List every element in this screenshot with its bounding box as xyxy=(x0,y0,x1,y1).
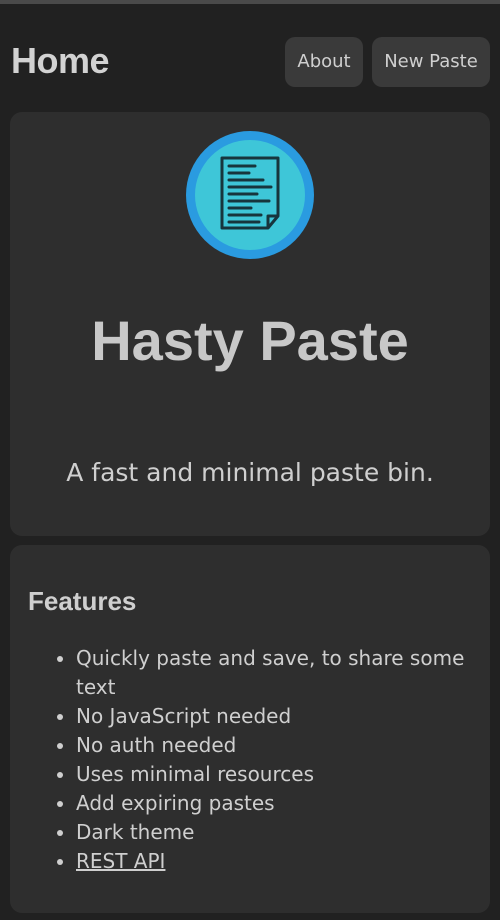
top-nav-bar: Home About New Paste xyxy=(0,4,500,108)
app-title: Hasty Paste xyxy=(91,309,409,372)
list-item: Uses minimal resources xyxy=(76,760,496,789)
list-item: No auth needed xyxy=(76,731,496,760)
hero-card: Hasty Paste A fast and minimal paste bin… xyxy=(10,112,490,536)
list-item: REST API xyxy=(76,847,496,876)
rest-api-link[interactable]: REST API xyxy=(76,849,165,873)
list-item: Quickly paste and save, to share some te… xyxy=(76,644,496,702)
app-tagline: A fast and minimal paste bin. xyxy=(66,458,434,487)
features-heading: Features xyxy=(28,586,137,616)
page-title: Home xyxy=(11,40,110,81)
document-icon xyxy=(186,131,314,259)
features-list: Quickly paste and save, to share some te… xyxy=(50,644,496,876)
list-item: No JavaScript needed xyxy=(76,702,496,731)
about-button[interactable]: About xyxy=(285,37,363,87)
list-item: Add expiring pastes xyxy=(76,789,496,818)
new-paste-button[interactable]: New Paste xyxy=(372,37,490,87)
features-card: Features Quickly paste and save, to shar… xyxy=(10,545,490,913)
list-item: Dark theme xyxy=(76,818,496,847)
